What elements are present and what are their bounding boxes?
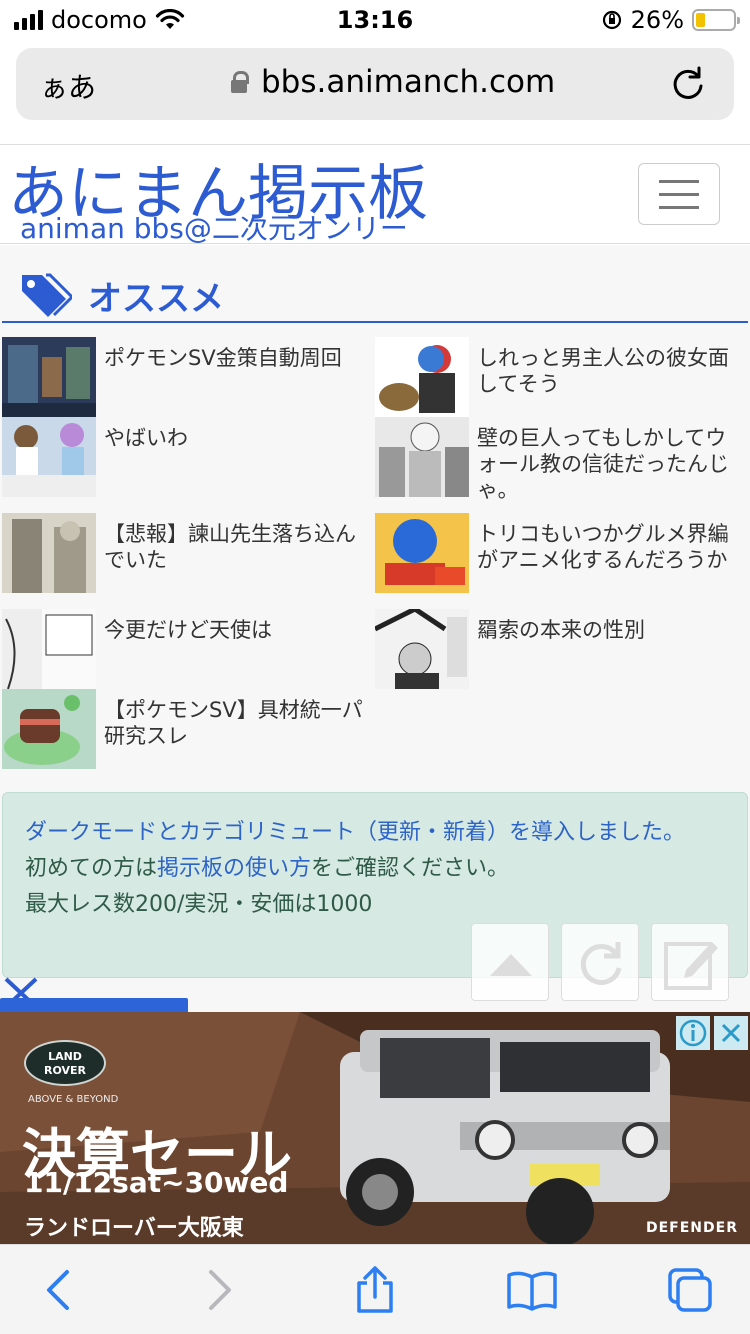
back-button[interactable] [28,1265,88,1315]
new-post-button[interactable] [651,923,729,1001]
item-title: トリコもいつかグルメ界編がアニメ化するんだろうか [477,522,729,572]
address-bar[interactable]: ぁあ bbs.animanch.com [16,48,734,120]
book-icon [507,1271,557,1311]
site-subtitle: animan bbs@二次元オンリー [20,212,408,245]
ad-tagline: ABOVE & BEYOND [28,1094,119,1105]
thumbnail [375,417,469,497]
land-rover-logo: LAND ROVER [24,1040,106,1086]
tabs-button[interactable] [660,1265,720,1315]
list-item[interactable]: トリコもいつかグルメ界編がアニメ化するんだろうか [375,513,748,593]
notice-line: ダークモードとカテゴリミュート（更新・新着）を導入しました。 [25,820,686,845]
usage-guide-link[interactable]: 掲示板の使い方 [157,856,311,881]
ad-banner[interactable]: LAND ROVER ABOVE & BEYOND 決算セール 11/12sat… [0,1012,750,1244]
ad-store: ランドローバー大阪東 [24,1216,244,1241]
item-title: 【悲報】諫山先生落ち込んでいた [104,522,356,572]
ad-tab[interactable] [0,998,188,1012]
status-bar: docomo 13:16 26% [0,0,750,40]
list-item[interactable]: やばいわ [2,417,375,497]
refresh-button[interactable] [561,923,639,1001]
edit-icon [664,942,718,990]
item-title: 今更だけど天使は [104,618,272,642]
list-item[interactable]: 【悲報】諫山先生落ち込んでいた [2,513,375,593]
status-right: 26% [601,6,740,34]
lock-icon [231,71,249,93]
tabs-icon [668,1268,712,1312]
section-title: オススメ [88,279,224,319]
battery-level [696,13,706,27]
site-header: あにまん掲示板 animan bbs@二次元オンリー [0,144,750,245]
scroll-top-button[interactable] [471,923,549,1001]
ad-info-icon[interactable] [676,1016,710,1050]
orientation-lock-icon [602,10,621,30]
url-display[interactable]: bbs.animanch.com [231,64,555,100]
thumbnail [2,689,96,769]
item-title: ポケモンSV金策自動周回 [104,346,342,370]
item-title: 【ポケモンSV】具材統一パ研究スレ [104,698,363,748]
section-header: オススメ [2,267,748,323]
main-content: オススメ ポケモンSV金策自動周回 しれっと男主人公の彼女面してそう やばいわ … [0,245,750,1025]
notice-line: 初めての方は掲示板の使い方をご確認ください。 [25,856,510,881]
list-item[interactable]: 羂索の本来の性別 [375,609,748,689]
list-item[interactable]: 壁の巨人ってもしかしてウォール教の信徒だったんじゃ。 [375,417,748,503]
battery-percent: 26% [630,6,684,34]
thumbnail [375,513,469,593]
share-icon [357,1266,393,1313]
list-item[interactable]: ポケモンSV金策自動周回 [2,337,375,417]
battery-icon [692,9,740,31]
share-button[interactable] [345,1265,405,1315]
item-title: 羂索の本来の性別 [477,618,645,642]
thumbnail [2,609,96,689]
ad-date: 11/12sat~30wed [24,1166,289,1199]
bookmarks-button[interactable] [502,1265,562,1315]
item-title: 壁の巨人ってもしかしてウォール教の信徒だったんじゃ。 [477,426,729,502]
hamburger-icon [659,180,699,183]
forward-button[interactable] [190,1265,250,1315]
list-item[interactable]: しれっと男主人公の彼女面してそう [375,337,748,417]
reader-options-button[interactable]: ぁあ [40,66,96,106]
chevron-left-icon [47,1270,69,1310]
thumbnail [375,337,469,417]
notice-line: 最大レス数200/実況・安価は1000 [25,892,373,917]
browser-toolbar [0,1244,750,1334]
ad-model: DEFENDER [646,1220,738,1236]
list-item[interactable]: 【ポケモンSV】具材統一パ研究スレ [2,689,375,769]
item-title: やばいわ [104,426,188,450]
thumbnail [2,513,96,593]
chevron-right-icon [209,1270,231,1310]
tag-icon [22,273,72,317]
thumbnail [2,417,96,497]
arrow-up-icon [490,954,532,976]
thumbnail [2,337,96,417]
ad-close-icon[interactable] [714,1016,748,1050]
item-title: しれっと男主人公の彼女面してそう [477,346,729,396]
thumbnail [375,609,469,689]
menu-button[interactable] [638,163,720,225]
list-item[interactable]: 今更だけど天使は [2,609,375,689]
url-text: bbs.animanch.com [261,64,556,100]
refresh-icon [580,942,622,985]
reload-icon[interactable] [668,64,708,104]
